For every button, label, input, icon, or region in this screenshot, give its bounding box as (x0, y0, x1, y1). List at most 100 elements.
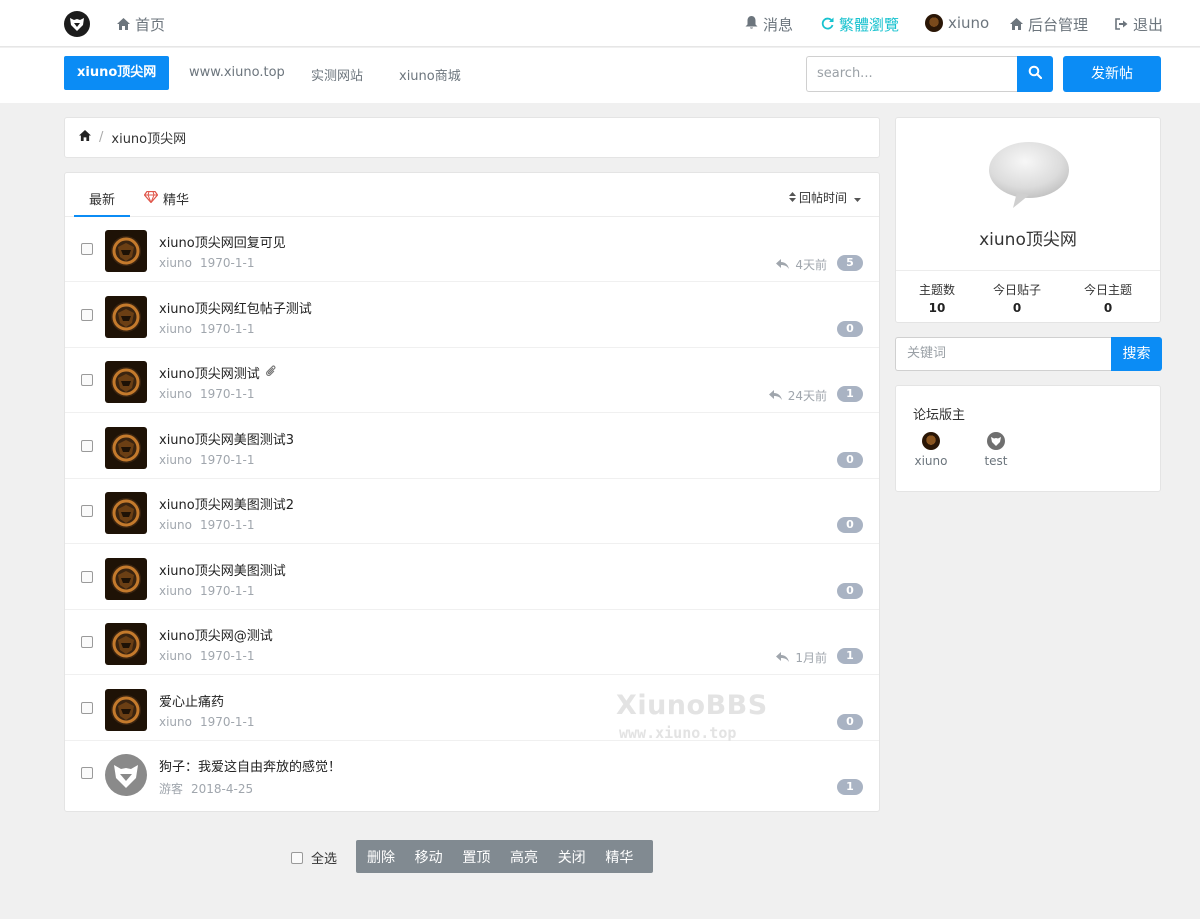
thread-meta: xiuno 1970-1-1 (159, 322, 254, 336)
thread-title-text[interactable]: xiuno顶尖网美图测试3 (159, 429, 294, 448)
site-logo[interactable] (64, 11, 90, 37)
avatar[interactable] (105, 688, 147, 731)
thread-title-text[interactable]: xiuno顶尖网红包帖子测试 (159, 298, 312, 317)
thread-checkbox[interactable] (81, 636, 93, 648)
nav-link-demo[interactable]: 实测网站 (311, 65, 363, 84)
avatar[interactable] (105, 426, 147, 469)
top-navbar: 首页 消息 繁體瀏覽 xiuno 后台管理 退出 (0, 0, 1200, 47)
highlight-button[interactable]: 高亮 (510, 847, 558, 867)
digest-button[interactable]: 精华 (605, 847, 653, 867)
close-button[interactable]: 关闭 (558, 847, 606, 867)
thread-row[interactable]: 狗子：我爱这自由奔放的感觉！ 游客 2018-4-25 1 (65, 741, 879, 806)
forum-name: xiuno顶尖网 (979, 230, 1077, 250)
thread-row[interactable]: xiuno顶尖网美图测试 xiuno 1970-1-1 0 (65, 545, 879, 610)
stat-today-posts: 今日贴子 0 (977, 281, 1057, 315)
thread-author[interactable]: 游客 (159, 782, 183, 796)
thread-row[interactable]: xiuno顶尖网回复可见 xiuno 1970-1-1 4天前 5 (65, 217, 879, 282)
thread-author[interactable]: xiuno (159, 649, 192, 663)
reply-count-badge: 0 (837, 517, 863, 533)
keyword-search-input[interactable]: 关键词 (895, 337, 1112, 371)
logout-label: 退出 (1133, 16, 1164, 34)
thread-author[interactable]: xiuno (159, 518, 192, 532)
thread-title-text[interactable]: xiuno顶尖网回复可见 (159, 232, 286, 251)
sort-icon (788, 191, 796, 205)
thread-author[interactable]: xiuno (159, 715, 192, 729)
thread-checkbox[interactable] (81, 439, 93, 452)
select-all-checkbox[interactable] (291, 851, 303, 864)
thread-author[interactable]: xiuno (159, 387, 192, 401)
thread-checkbox[interactable] (81, 308, 93, 321)
thread-checkbox[interactable] (81, 243, 93, 255)
thread-title-text[interactable]: xiuno顶尖网美图测试2 (159, 494, 294, 513)
thread-title[interactable]: 爱心止痛药 (159, 691, 224, 710)
delete-button[interactable]: 删除 (367, 847, 415, 867)
last-reply: 24天前 (768, 387, 827, 404)
sort-dropdown[interactable]: 回帖时间 (788, 189, 861, 206)
breadcrumb-current[interactable]: xiuno顶尖网 (111, 128, 186, 147)
nav-link-shop[interactable]: xiuno商城 (399, 65, 461, 84)
nav-forum-active[interactable]: xiuno顶尖网 (64, 56, 170, 90)
last-reply: 1月前 (776, 649, 827, 666)
search-input[interactable]: search... (806, 56, 1018, 92)
moderator-name: xiuno (914, 454, 948, 468)
select-all[interactable]: 全选 (291, 848, 337, 867)
thread-row[interactable]: xiuno顶尖网美图测试2 xiuno 1970-1-1 0 (65, 479, 879, 544)
avatar[interactable] (105, 754, 147, 796)
messages-link[interactable]: 消息 (745, 14, 793, 35)
thread-checkbox[interactable] (81, 767, 93, 779)
user-menu[interactable]: xiuno (925, 14, 989, 32)
thread-checkbox[interactable] (81, 570, 93, 583)
avatar[interactable] (105, 361, 147, 403)
thread-title[interactable]: xiuno顶尖网@测试 (159, 625, 273, 644)
moderator-xiuno[interactable]: xiuno (911, 432, 951, 468)
search-button[interactable] (1017, 56, 1053, 92)
thread-title-text[interactable]: xiuno顶尖网美图测试 (159, 560, 286, 579)
thread-title[interactable]: xiuno顶尖网美图测试2 (159, 494, 294, 513)
thread-title[interactable]: xiuno顶尖网美图测试 (159, 560, 286, 579)
home-icon[interactable] (79, 130, 91, 145)
thread-checkbox[interactable] (81, 701, 93, 714)
tab-digest[interactable]: 精华 (143, 189, 189, 208)
keyword-search-button[interactable]: 搜索 (1111, 337, 1162, 371)
thread-title[interactable]: xiuno顶尖网美图测试3 (159, 429, 294, 448)
thread-author[interactable]: xiuno (159, 256, 192, 270)
thread-title[interactable]: xiuno顶尖网测试 (159, 363, 277, 382)
thread-author[interactable]: xiuno (159, 453, 192, 467)
thread-title[interactable]: xiuno顶尖网回复可见 (159, 232, 286, 251)
nav-link-site[interactable]: www.xiuno.top (189, 65, 285, 80)
thread-title-text[interactable]: 狗子：我爱这自由奔放的感觉！ (159, 756, 341, 775)
thread-title-text[interactable]: 爱心止痛药 (159, 691, 224, 710)
reply-count-badge: 1 (837, 386, 863, 402)
thread-checkbox[interactable] (81, 374, 93, 386)
pin-button[interactable]: 置顶 (462, 847, 510, 867)
thread-row[interactable]: xiuno顶尖网@测试 xiuno 1970-1-1 1月前 1 (65, 610, 879, 675)
avatar[interactable] (105, 623, 147, 665)
stat-today-threads: 今日主题 0 (1068, 281, 1148, 315)
thread-row[interactable]: xiuno顶尖网测试 xiuno 1970-1-1 24天前 1 (65, 348, 879, 413)
thread-author[interactable]: xiuno (159, 584, 192, 598)
admin-link[interactable]: 后台管理 (1010, 14, 1088, 35)
home-link[interactable]: 首页 (117, 14, 165, 35)
thread-title[interactable]: 狗子：我爱这自由奔放的感觉！ (159, 756, 341, 775)
thread-checkbox[interactable] (81, 505, 93, 517)
avatar[interactable] (105, 492, 147, 534)
thread-title-text[interactable]: xiuno顶尖网测试 (159, 363, 260, 382)
move-button[interactable]: 移动 (415, 847, 463, 867)
thread-author[interactable]: xiuno (159, 322, 192, 336)
thread-row[interactable]: xiuno顶尖网美图测试3 xiuno 1970-1-1 0 (65, 414, 879, 479)
avatar[interactable] (105, 295, 147, 338)
logout-link[interactable]: 退出 (1115, 14, 1163, 35)
thread-row[interactable]: xiuno顶尖网红包帖子测试 xiuno 1970-1-1 0 (65, 283, 879, 348)
new-post-button[interactable]: 发新帖 (1063, 56, 1161, 92)
thread-meta: 游客 2018-4-25 (159, 780, 253, 797)
moderator-test[interactable]: test (976, 432, 1016, 468)
avatar[interactable] (105, 557, 147, 600)
thread-meta: xiuno 1970-1-1 (159, 715, 254, 729)
reply-count-badge: 1 (837, 779, 863, 795)
thread-title[interactable]: xiuno顶尖网红包帖子测试 (159, 298, 312, 317)
traditional-chinese-link[interactable]: 繁體瀏覽 (821, 14, 899, 35)
avatar[interactable] (105, 230, 147, 272)
tab-latest[interactable]: 最新 (89, 189, 115, 208)
thread-title-text[interactable]: xiuno顶尖网@测试 (159, 625, 273, 644)
sign-out-icon (1115, 16, 1128, 34)
